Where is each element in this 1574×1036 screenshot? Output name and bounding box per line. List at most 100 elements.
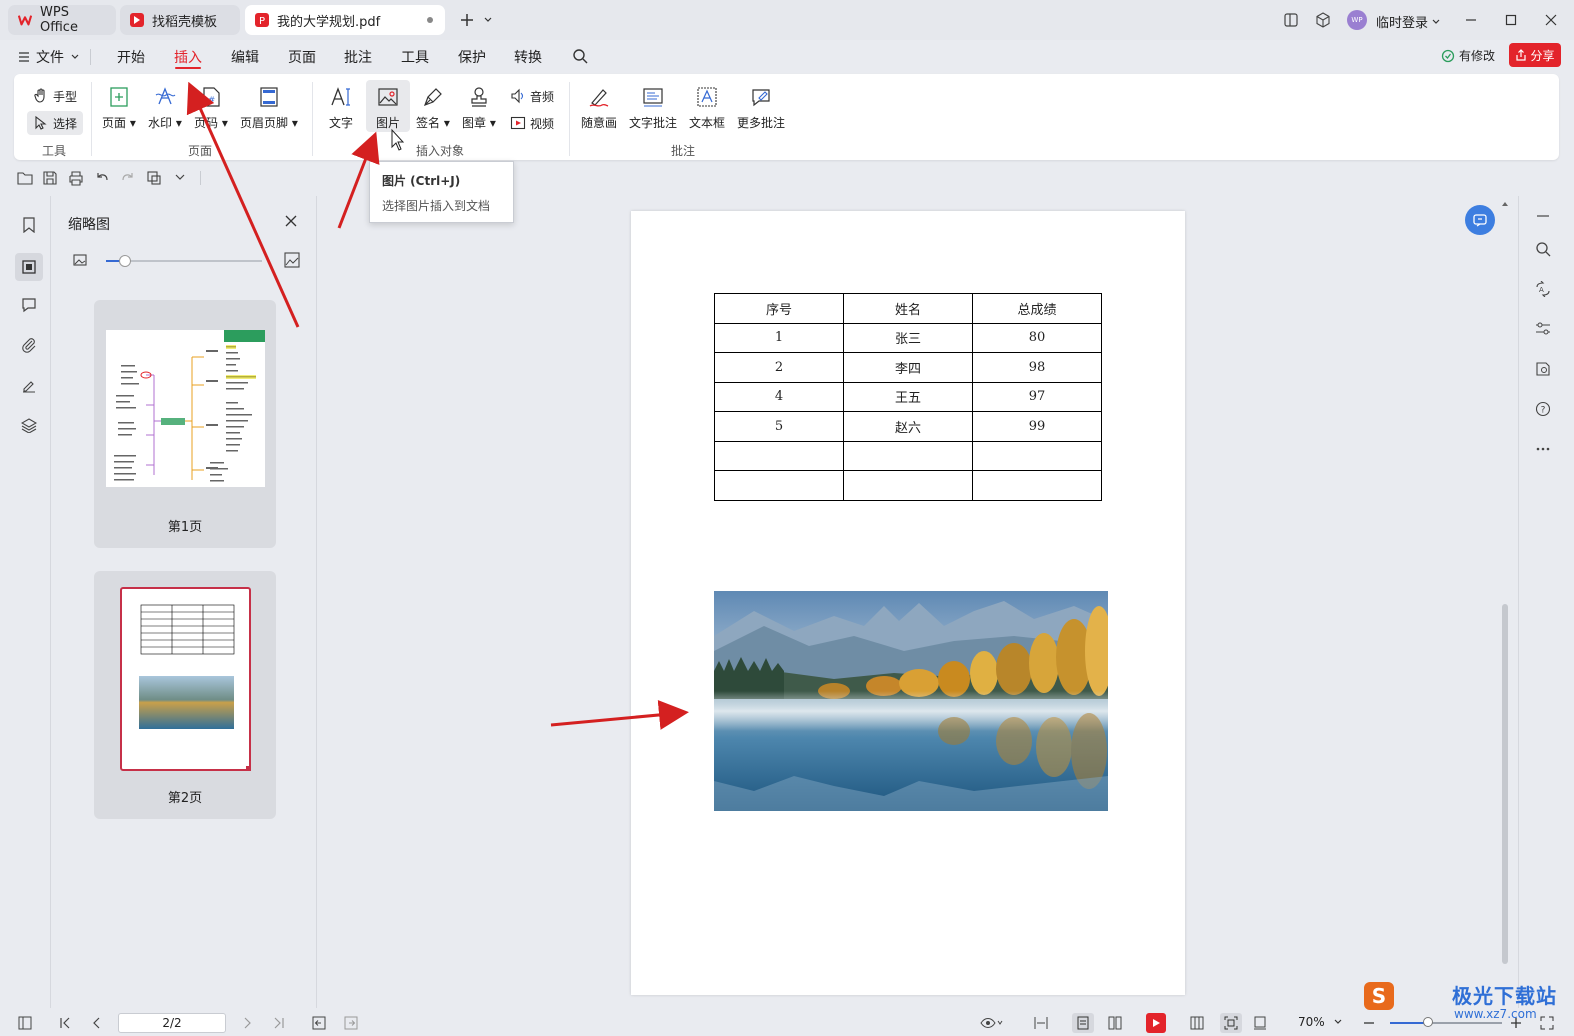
stamp-button[interactable]: 图章 ▾: [462, 84, 496, 131]
table-cell[interactable]: [843, 440, 973, 471]
tab-templates[interactable]: 找稻壳模板: [120, 5, 240, 35]
table-cell[interactable]: 2: [714, 352, 844, 383]
more-icon[interactable]: [1533, 439, 1553, 459]
table-cell[interactable]: [714, 470, 844, 501]
table-cell[interactable]: 赵六: [843, 411, 973, 442]
search-icon[interactable]: [572, 48, 588, 64]
table-cell[interactable]: 4: [714, 381, 844, 412]
table-cell[interactable]: 1: [714, 322, 844, 353]
freehand-button[interactable]: 随意画: [581, 84, 617, 131]
minimize-icon[interactable]: [1461, 10, 1481, 30]
table-cell[interactable]: 王五: [843, 381, 973, 412]
table-cell[interactable]: 97: [972, 381, 1102, 412]
next-page-icon[interactable]: [240, 1016, 254, 1030]
watermark-button[interactable]: 水印 ▾: [148, 84, 182, 131]
header-footer-button[interactable]: 页眉页脚 ▾: [240, 84, 298, 131]
read-mode-icon[interactable]: [1533, 359, 1553, 379]
reading-mode-icon[interactable]: [1190, 1016, 1204, 1030]
help-icon[interactable]: ?: [1533, 399, 1553, 419]
print-icon[interactable]: [68, 170, 84, 186]
last-page-icon[interactable]: [272, 1016, 286, 1030]
table-cell[interactable]: 李四: [843, 352, 973, 383]
redo-icon[interactable]: [120, 170, 136, 186]
new-tab-icon[interactable]: [457, 10, 477, 30]
page-number-input[interactable]: 2/2: [118, 1013, 226, 1033]
hand-tool-button[interactable]: 手型: [27, 84, 83, 108]
video-button[interactable]: 视频: [504, 111, 560, 135]
thumbnail-panel-icon[interactable]: [15, 253, 43, 281]
page-number-button[interactable]: # 页码 ▾: [194, 84, 228, 131]
table-cell[interactable]: [843, 470, 973, 501]
thumbnail-page-2[interactable]: 第2页: [94, 571, 276, 819]
avatar[interactable]: WP: [1347, 10, 1367, 30]
unsaved-dot-icon[interactable]: [427, 17, 433, 23]
table-cell[interactable]: 5: [714, 411, 844, 442]
table-header-cell[interactable]: 总成绩: [972, 293, 1102, 324]
sidebar-toggle-icon[interactable]: [18, 1016, 32, 1030]
zoom-slider-handle[interactable]: [118, 255, 131, 267]
layout-icon[interactable]: [1281, 10, 1301, 30]
signature-button[interactable]: 签名 ▾: [416, 84, 450, 131]
document-page[interactable]: 序号 姓名 总成绩 1 张三 80 2 李四 98 4 王五 97 5 赵六 99: [631, 211, 1185, 995]
signature-pen-icon[interactable]: [18, 374, 40, 396]
chevron-down-icon[interactable]: [478, 10, 498, 30]
first-page-icon[interactable]: [58, 1016, 72, 1030]
close-icon[interactable]: [284, 214, 298, 228]
table-cell[interactable]: 99: [972, 411, 1102, 442]
two-page-icon[interactable]: [1108, 1016, 1122, 1030]
insert-picture-button[interactable]: 图片: [366, 80, 410, 132]
open-folder-icon[interactable]: [17, 170, 33, 186]
play-slideshow-icon[interactable]: [1146, 1013, 1166, 1033]
copy-format-icon[interactable]: [146, 170, 162, 186]
thumbnail-page-1[interactable]: 第1页: [94, 300, 276, 548]
table-header-cell[interactable]: 序号: [714, 293, 844, 324]
text-annotation-button[interactable]: 文字批注: [629, 84, 677, 131]
menu-edit[interactable]: 编辑: [231, 47, 259, 67]
cube-icon[interactable]: [1313, 10, 1333, 30]
attachment-icon[interactable]: [18, 334, 40, 356]
collapse-icon[interactable]: [1533, 206, 1553, 226]
menu-page[interactable]: 页面: [288, 47, 316, 67]
settings-sliders-icon[interactable]: [1533, 319, 1553, 339]
save-icon[interactable]: [42, 170, 58, 186]
login-button[interactable]: 临时登录: [1376, 12, 1441, 31]
single-page-icon[interactable]: [1072, 1013, 1094, 1033]
close-icon[interactable]: [1541, 10, 1561, 30]
search-icon[interactable]: [1533, 239, 1553, 259]
more-annotations-button[interactable]: 更多批注: [737, 84, 785, 131]
table-cell[interactable]: 张三: [843, 322, 973, 353]
textbox-button[interactable]: 文本框: [689, 84, 725, 131]
table-cell[interactable]: [714, 440, 844, 471]
select-tool-button[interactable]: 选择: [27, 111, 84, 135]
actual-size-icon[interactable]: [1253, 1016, 1267, 1030]
menu-protect[interactable]: 保护: [458, 47, 486, 67]
table-cell[interactable]: [972, 470, 1102, 501]
eye-protection-icon[interactable]: [980, 1016, 1004, 1030]
fit-width-icon[interactable]: [1034, 1016, 1048, 1030]
menu-insert[interactable]: 插入: [174, 47, 202, 67]
audio-button[interactable]: 音频: [504, 84, 560, 108]
small-thumbnail-icon[interactable]: [73, 253, 87, 267]
table-cell[interactable]: 80: [972, 322, 1102, 353]
score-table[interactable]: 序号 姓名 总成绩 1 张三 80 2 李四 98 4 王五 97 5 赵六 99: [714, 293, 1102, 501]
forward-icon[interactable]: [344, 1016, 358, 1030]
maximize-icon[interactable]: [1501, 10, 1521, 30]
inserted-lake-photo[interactable]: [714, 591, 1108, 811]
menu-tools[interactable]: 工具: [401, 47, 429, 67]
table-cell[interactable]: 98: [972, 352, 1102, 383]
insert-page-button[interactable]: 页面 ▾: [102, 84, 136, 131]
translate-icon[interactable]: A: [1533, 279, 1553, 299]
chevron-down-icon[interactable]: [173, 170, 189, 186]
comment-icon[interactable]: [18, 294, 40, 316]
previous-page-icon[interactable]: [90, 1016, 104, 1030]
modified-status[interactable]: 有修改: [1441, 47, 1495, 64]
tab-wps-office[interactable]: WPS Office: [8, 5, 116, 35]
zoom-level-dropdown[interactable]: 70%: [1298, 1015, 1343, 1029]
share-button[interactable]: 分享: [1509, 43, 1561, 67]
bookmark-icon[interactable]: [18, 214, 40, 236]
large-thumbnail-icon[interactable]: [284, 252, 300, 268]
ai-assistant-icon[interactable]: [1465, 205, 1495, 235]
table-cell[interactable]: [972, 440, 1102, 471]
menu-convert[interactable]: 转换: [514, 47, 542, 67]
undo-icon[interactable]: [94, 170, 110, 186]
